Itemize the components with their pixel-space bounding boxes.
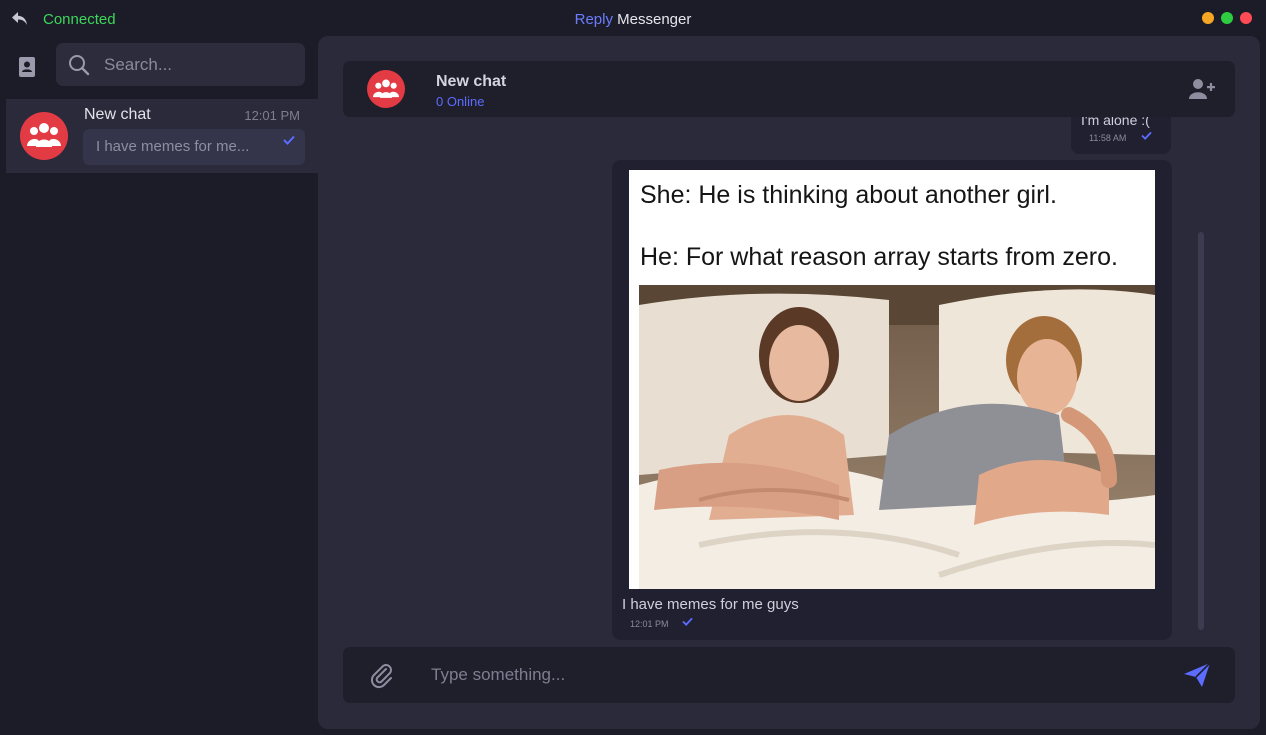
contacts-icon[interactable] <box>18 56 36 78</box>
add-user-icon[interactable] <box>1189 78 1215 105</box>
online-count: 0 Online <box>436 94 485 109</box>
app-title: Reply Messenger <box>0 11 1266 28</box>
maximize-button[interactable] <box>1221 12 1233 24</box>
chat-title: New chat <box>436 73 507 90</box>
chat-time: 12:01 PM <box>244 108 300 123</box>
meme-image[interactable]: She: He is thinking about another girl. … <box>629 170 1155 589</box>
check-icon <box>682 617 693 626</box>
message-time: 12:01 PM <box>630 619 669 629</box>
chat-header: New chat 0 Online <box>343 61 1235 117</box>
paperclip-icon[interactable] <box>369 663 395 694</box>
message-input[interactable] <box>431 647 1151 703</box>
chat-list-item[interactable]: New chat 12:01 PM I have memes for me... <box>6 99 318 173</box>
send-icon[interactable] <box>1183 662 1211 693</box>
title-bar: Connected Reply Messenger <box>0 0 1266 38</box>
group-icon <box>27 123 61 147</box>
meme-text-line1: She: He is thinking about another girl. <box>640 181 1057 209</box>
chat-name: New chat <box>84 106 151 123</box>
message-text: I have memes for me guys <box>622 596 799 613</box>
search-input[interactable] <box>104 43 294 86</box>
meme-photo <box>639 285 1155 589</box>
chat-panel: New chat 0 Online I'm alone :( 11:58 AM … <box>318 36 1260 729</box>
search-box <box>56 43 305 86</box>
check-icon <box>1141 131 1152 140</box>
message-bubble: She: He is thinking about another girl. … <box>612 160 1172 640</box>
app-title-brand: Reply <box>574 11 613 28</box>
check-icon <box>283 135 295 145</box>
chat-preview-text: I have memes for me... <box>96 138 250 155</box>
group-icon <box>373 79 399 98</box>
sidebar: New chat 12:01 PM I have memes for me... <box>0 38 318 735</box>
chat-preview: I have memes for me... <box>83 129 305 165</box>
messages-scrollbar[interactable] <box>1198 232 1204 630</box>
close-button[interactable] <box>1240 12 1252 24</box>
message-composer <box>343 647 1235 703</box>
app-title-rest: Messenger <box>612 11 692 28</box>
group-avatar[interactable] <box>367 70 405 108</box>
minimize-button[interactable] <box>1202 12 1214 24</box>
window-controls <box>1202 12 1252 24</box>
message-time: 11:58 AM <box>1089 133 1127 143</box>
group-avatar <box>20 112 68 160</box>
search-icon <box>69 55 90 76</box>
meme-text-line2: He: For what reason array starts from ze… <box>640 243 1118 271</box>
